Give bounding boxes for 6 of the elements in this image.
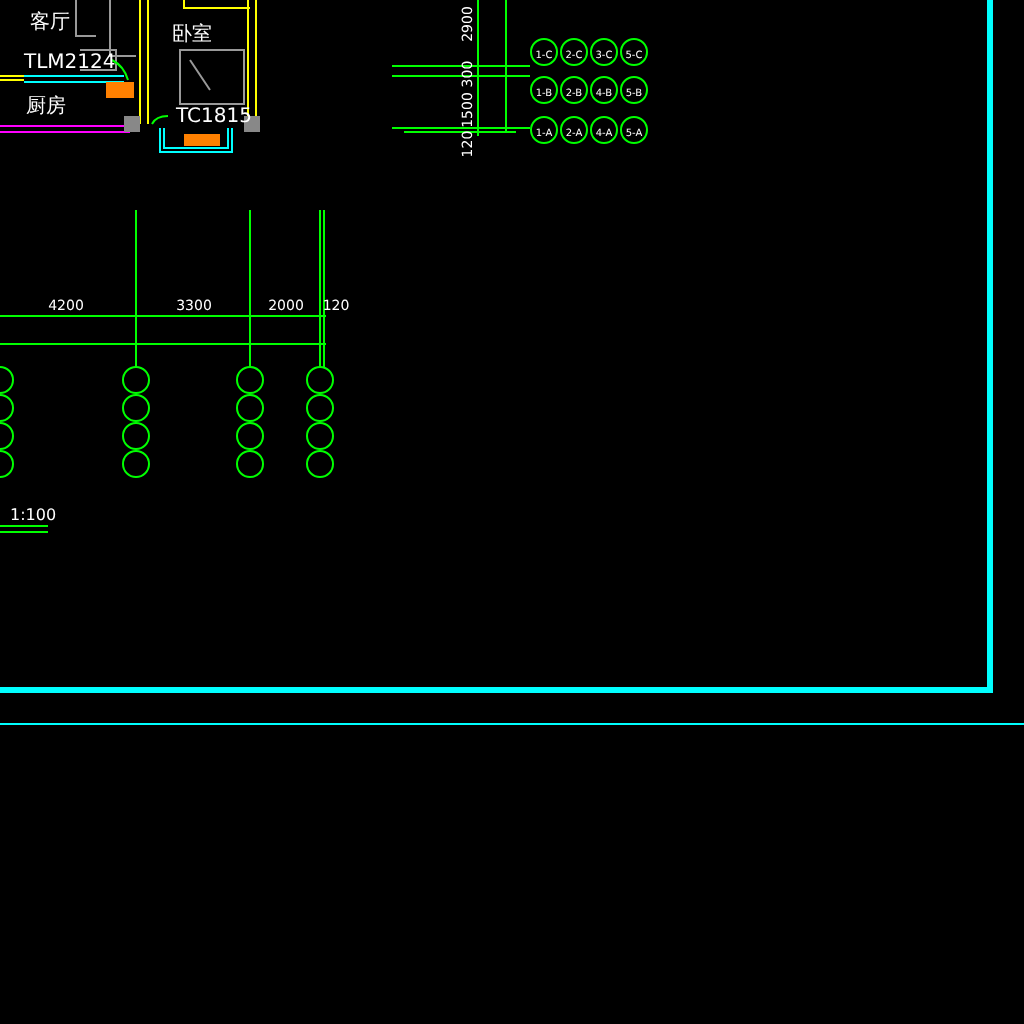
plan-label: TLM2124 [24, 52, 116, 74]
scale-label: 1:100 [10, 506, 57, 524]
plan-label: 客厅 [30, 12, 70, 34]
plan-label: 卧室 [172, 24, 212, 46]
plan-label: TC1815 [176, 106, 252, 128]
plan-label: 厨房 [26, 96, 66, 118]
